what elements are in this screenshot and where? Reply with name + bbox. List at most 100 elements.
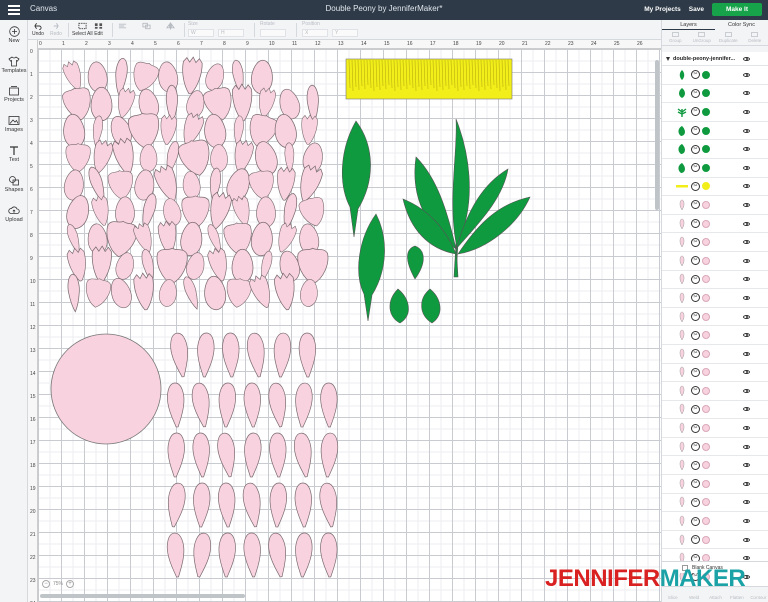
petal-shape[interactable] [247,272,276,311]
sidebar-item-upload[interactable]: Upload [0,205,28,223]
petal-shape[interactable] [166,432,186,478]
layer-color-swatch[interactable] [702,535,710,544]
layer-group-row[interactable]: double-peony-jennifer... [662,52,768,66]
sidebar-item-projects[interactable]: Projects [0,85,28,103]
layer-color-swatch[interactable] [702,219,710,228]
layer-row[interactable]: ✂ [662,233,768,252]
save-button[interactable]: Save [689,6,704,13]
petal-shape[interactable] [266,381,290,429]
scissors-icon[interactable]: ✂ [691,70,700,80]
layer-row[interactable]: ✂ [662,456,768,476]
edit-button[interactable]: Edit [94,22,103,37]
layer-row[interactable]: ✂ [662,344,768,364]
petal-shape[interactable] [273,220,299,255]
layer-color-swatch[interactable] [702,479,710,488]
leaf-round-3[interactable] [421,288,441,324]
sidebar-item-text[interactable]: Text [0,145,28,163]
petal-shape[interactable] [271,331,293,379]
layer-color-swatch[interactable] [702,89,710,98]
petal-shape[interactable] [165,531,187,579]
make-it-button[interactable]: Make It [711,3,762,16]
zoom-in-button[interactable]: + [66,580,75,588]
layer-row[interactable]: ✂ [662,214,768,234]
petal-shape[interactable] [65,142,91,174]
petal-shape[interactable] [62,192,94,232]
scissors-icon[interactable]: ✂ [691,237,700,247]
ungroup-button[interactable]: UnGroup [689,30,716,45]
scissors-icon[interactable]: ✂ [691,126,700,136]
petal-shape[interactable] [191,432,212,478]
petal-shape[interactable] [221,332,241,378]
eye-icon[interactable] [743,351,750,356]
petal-shape[interactable] [319,532,339,578]
scissors-icon[interactable]: ✂ [691,516,700,526]
layer-color-swatch[interactable] [702,238,710,247]
delete-button[interactable]: Delete [742,30,768,45]
scissors-icon[interactable]: ✂ [691,349,700,359]
eye-icon[interactable] [743,426,750,431]
scissors-icon[interactable]: ✂ [691,88,700,98]
eye-icon[interactable] [743,500,750,505]
layer-color-swatch[interactable] [702,293,710,302]
layer-color-swatch[interactable] [702,312,710,321]
petal-shape[interactable] [293,482,314,528]
petal-shape[interactable] [106,275,136,311]
layer-color-swatch[interactable] [702,275,710,284]
eye-icon[interactable] [743,314,750,319]
petal-shape[interactable] [297,247,329,285]
scissors-icon[interactable]: ✂ [691,256,700,266]
eye-icon[interactable] [743,556,750,561]
petal-shape[interactable] [266,531,290,579]
petal-shape[interactable] [191,482,212,528]
petal-shape[interactable] [292,431,315,479]
layer-row[interactable]: ✂ [662,196,768,215]
petal-shape[interactable] [268,482,288,528]
eye-icon[interactable] [743,388,750,393]
leaf-round-1[interactable] [407,245,424,280]
layer-color-swatch[interactable] [702,126,710,135]
eye-icon[interactable] [743,184,750,189]
scissors-icon[interactable]: ✂ [691,163,700,173]
scissors-icon[interactable]: ✂ [691,293,700,303]
layer-row[interactable]: ✂ [662,493,768,513]
scissors-icon[interactable]: ✂ [691,479,700,489]
eye-icon[interactable] [743,519,750,524]
eye-icon[interactable] [743,407,750,412]
eye-icon[interactable] [743,295,750,300]
select-all-button[interactable]: Select All [72,22,93,37]
chevron-down-icon[interactable] [666,56,670,61]
petal-shape[interactable] [164,481,188,529]
scissors-icon[interactable]: ✂ [691,497,700,507]
petal-shape[interactable] [60,58,87,93]
eye-icon[interactable] [743,72,750,77]
layer-row[interactable]: ✂ [662,177,768,197]
petal-shape[interactable] [151,162,184,205]
petal-shape[interactable] [168,331,192,379]
petal-shape[interactable] [242,532,263,578]
petal-shape[interactable] [249,220,275,258]
layer-color-swatch[interactable] [702,386,710,395]
petal-shape[interactable] [90,86,113,122]
petal-shape[interactable] [183,88,208,120]
petal-shape[interactable] [231,83,254,122]
tab-layers[interactable]: Layers [662,20,715,30]
layer-color-swatch[interactable] [702,461,710,470]
petal-shape[interactable] [217,382,237,428]
eye-icon[interactable] [743,463,750,468]
layer-color-swatch[interactable] [702,107,710,116]
tab-color-sync[interactable]: Color Sync [715,20,768,30]
scissors-icon[interactable]: ✂ [691,274,700,284]
eye-icon[interactable] [743,370,750,375]
layer-row[interactable]: ✂ [662,512,768,531]
stamen-fringe[interactable] [345,58,513,100]
eye-icon[interactable] [743,128,750,133]
scissors-icon[interactable]: ✂ [691,330,700,340]
size-width-field[interactable]: W [188,29,214,37]
eye-icon[interactable] [743,91,750,96]
petal-shape[interactable] [139,143,158,173]
eye-icon[interactable] [743,333,750,338]
sidebar-item-shapes[interactable]: Shapes [0,175,28,193]
petal-shape[interactable] [224,276,253,310]
layer-row[interactable]: ✂ [662,66,768,85]
flip-button[interactable] [166,22,175,31]
